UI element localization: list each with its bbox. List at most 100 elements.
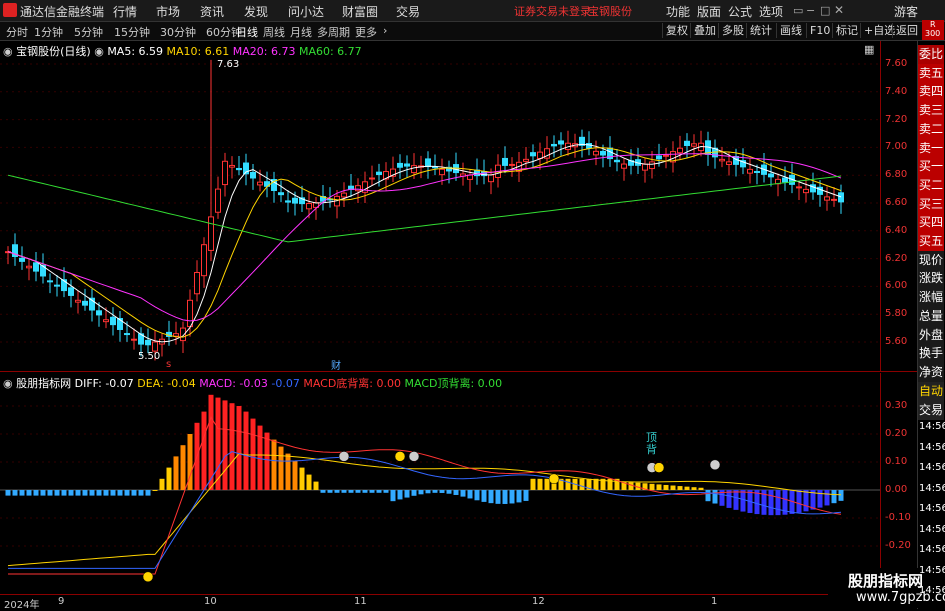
tool-mark[interactable]: 标记: [832, 23, 861, 38]
side-item[interactable]: 现价: [918, 250, 944, 270]
macd-bar: [733, 490, 739, 510]
tab-timeshare[interactable]: 分时: [6, 24, 28, 40]
side-item[interactable]: 涨幅: [918, 288, 944, 308]
macd-bar: [264, 432, 270, 490]
menu-item-wealth[interactable]: 财富圈: [342, 3, 378, 20]
side-auto-button[interactable]: 自动: [918, 382, 944, 401]
candle-body: [530, 152, 536, 157]
side-item[interactable]: 买四: [918, 213, 944, 233]
minimize-icon[interactable]: ▭: [793, 4, 803, 17]
side-item[interactable]: 总量: [918, 306, 944, 326]
tab-15min[interactable]: 15分钟: [114, 24, 150, 40]
indicator-menu-icon[interactable]: ◉: [3, 377, 13, 390]
macd-bar: [474, 490, 480, 501]
candle-body: [404, 163, 410, 167]
maximize-icon[interactable]: □: [820, 4, 830, 17]
chevron-down-icon[interactable]: ◉: [3, 45, 13, 58]
candle-body: [222, 160, 228, 186]
menu-item-market[interactable]: 市场: [156, 3, 180, 20]
tool-back[interactable]: 返回: [892, 23, 921, 38]
side-item[interactable]: 买二: [918, 175, 944, 195]
candle-body: [250, 171, 256, 179]
candle-body: [656, 155, 662, 160]
settings-icon[interactable]: ◉: [94, 45, 104, 58]
close-icon[interactable]: ✕: [834, 3, 844, 17]
macd-bar: [768, 490, 774, 516]
macd-bar: [341, 490, 347, 493]
tab-multi-period[interactable]: 多周期: [317, 24, 350, 40]
tool-stats[interactable]: 统计: [746, 23, 775, 38]
tool-multi-stock[interactable]: 多股: [718, 23, 747, 38]
tab-30min[interactable]: 30分钟: [160, 24, 196, 40]
candle-body: [768, 173, 774, 178]
trade-time: 14:56: [919, 585, 945, 596]
tool-adjust[interactable]: 复权: [662, 23, 691, 38]
tool-f10[interactable]: F10: [806, 23, 833, 38]
macd-bar: [677, 486, 683, 490]
menu-item-trade[interactable]: 交易: [396, 3, 420, 20]
signal-face-icon: [142, 571, 154, 583]
menu-item-layout[interactable]: 版面: [697, 3, 721, 20]
user-label[interactable]: 游客: [894, 3, 918, 20]
macd-bar: [68, 490, 74, 496]
app-logo-icon: [3, 3, 17, 17]
menu-item-options[interactable]: 选项: [759, 3, 783, 20]
menu-item-assistant[interactable]: 问小达: [288, 3, 324, 20]
macd-bar: [54, 490, 60, 496]
side-item[interactable]: 换手: [918, 344, 944, 364]
tool-overlay[interactable]: 叠加: [690, 23, 719, 38]
menu-item-quotes[interactable]: 行情: [113, 3, 137, 20]
side-item[interactable]: 买三: [918, 194, 944, 214]
side-item[interactable]: 外盘: [918, 325, 944, 345]
time-label-oct: 10: [204, 596, 217, 607]
stock-link[interactable]: 宝钢股份: [588, 3, 632, 19]
candle-body: [509, 163, 515, 166]
ma5-line: [7, 143, 842, 343]
candle-body: [488, 174, 494, 183]
side-item[interactable]: 涨跌: [918, 269, 944, 289]
side-item[interactable]: 买一: [918, 157, 944, 177]
tab-1min[interactable]: 1分钟: [34, 24, 63, 40]
side-item[interactable]: 卖五: [918, 63, 944, 83]
tab-more[interactable]: 更多: [355, 24, 377, 40]
macd-bar: [460, 490, 466, 497]
candle-body: [439, 168, 445, 176]
price-tick: 7.40: [885, 85, 908, 97]
side-item[interactable]: 卖二: [918, 119, 944, 139]
tab-monthly[interactable]: 月线: [290, 24, 312, 40]
macd-chart[interactable]: [0, 373, 880, 593]
trade-login-status[interactable]: 证券交易未登录: [514, 3, 591, 19]
window-icon[interactable]: ▦: [864, 43, 874, 56]
candlestick-chart[interactable]: [0, 41, 880, 371]
side-item[interactable]: 卖三: [918, 101, 944, 121]
macd-bar: [397, 490, 403, 500]
macd-bar: [229, 403, 235, 490]
macd-bar: [439, 490, 445, 493]
side-item[interactable]: 净资: [918, 362, 944, 382]
macd-bar: [390, 490, 396, 502]
chevron-right-icon[interactable]: ›: [383, 24, 387, 37]
menu-item-news[interactable]: 资讯: [200, 3, 224, 20]
menu-item-formula[interactable]: 公式: [728, 3, 752, 20]
high-price-label: 7.63: [217, 59, 240, 70]
side-item[interactable]: 卖四: [918, 82, 944, 102]
tab-daily[interactable]: 日线: [236, 24, 258, 40]
tab-weekly[interactable]: 周线: [263, 24, 285, 40]
side-item[interactable]: 卖一: [918, 138, 944, 158]
tab-5min[interactable]: 5分钟: [74, 24, 103, 40]
menu-item-discover[interactable]: 发现: [244, 3, 268, 20]
macd-bar: [96, 490, 102, 496]
menu-item-function[interactable]: 功能: [666, 3, 690, 20]
side-item[interactable]: 委比: [918, 45, 944, 64]
candle-body: [96, 310, 102, 316]
macd-bar: [285, 453, 291, 490]
minimize-icon-2[interactable]: −: [806, 4, 815, 17]
macd-bar: [495, 490, 501, 504]
candle-body: [523, 158, 529, 162]
trade-time: 14:56: [919, 523, 945, 535]
tool-draw[interactable]: 画线: [776, 23, 805, 38]
side-item[interactable]: 买五: [918, 232, 944, 251]
side-trade-button[interactable]: 交易: [918, 401, 944, 420]
candle-body: [187, 299, 193, 328]
candle-body: [754, 170, 760, 173]
